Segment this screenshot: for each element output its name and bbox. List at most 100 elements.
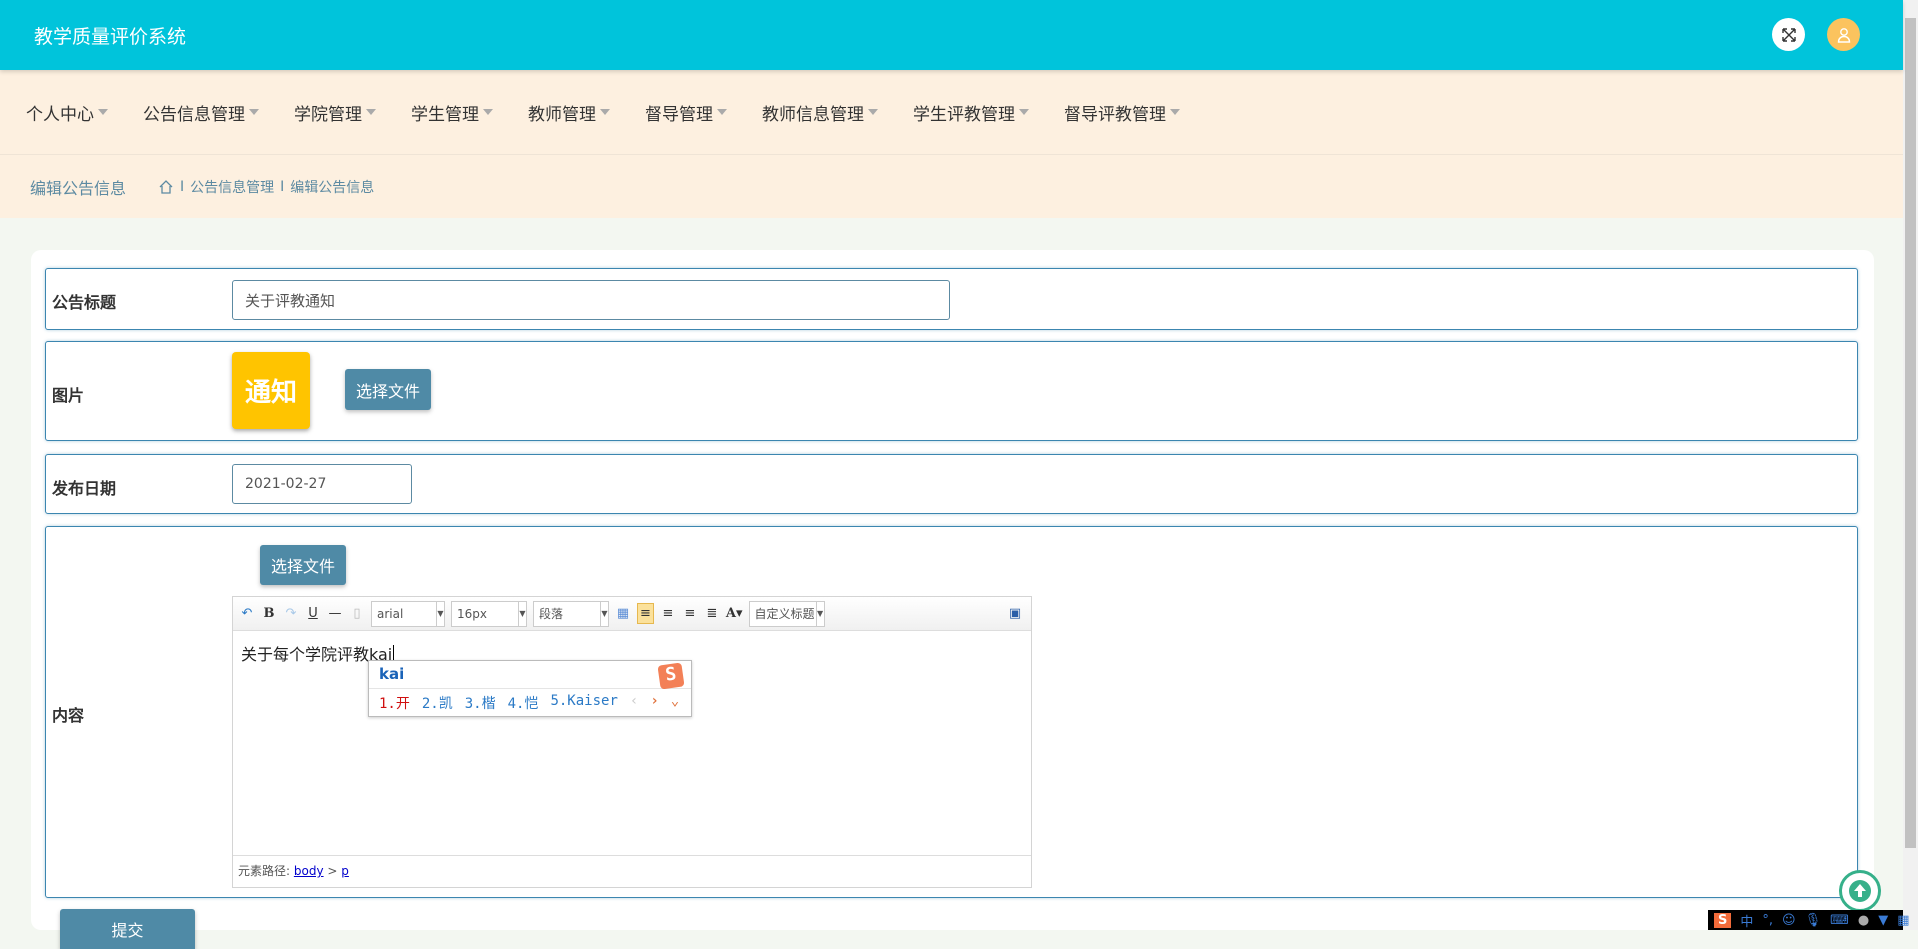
page-title: 编辑公告信息	[30, 178, 127, 198]
ime-candidate[interactable]: 4.恺	[508, 693, 539, 713]
nav-label: 督导评教管理	[1064, 104, 1166, 125]
rich-text-editor: ↶ B ↷ U — ▯ arial ▼ 16px ▼ 段落 ▼ ▦ ≡ ≡ ≡ ≣ A…	[232, 596, 1032, 888]
nav-label: 学生管理	[411, 104, 479, 125]
redo-icon[interactable]: ↷	[283, 606, 299, 621]
main-nav: 个人中心 公告信息管理 学院管理 学生管理 教师管理 督导管理 教师信息管理 学…	[0, 70, 1903, 155]
date-label: 发布日期	[52, 479, 117, 498]
nav-supervisor-evaluation[interactable]: 督导评教管理	[1064, 100, 1180, 125]
nav-label: 教师管理	[528, 104, 596, 125]
paragraph-select[interactable]: 段落 ▼	[533, 600, 609, 627]
element-path-body[interactable]: body	[294, 864, 324, 878]
submit-button[interactable]: 提交	[60, 909, 195, 949]
caret-down-icon	[366, 109, 376, 115]
ime-lang-toggle[interactable]: 中	[1740, 911, 1753, 930]
ime-candidate-popup: kai S 1.开 2.凯 3.楷 4.恺 5.Kaiser ‹ › ⌄	[368, 660, 692, 717]
notice-image: 通知	[232, 352, 310, 429]
nav-label: 学院管理	[294, 104, 362, 125]
next-page-icon[interactable]: ›	[650, 693, 658, 713]
content-choose-file-button[interactable]: 选择文件	[260, 545, 346, 585]
dropdown-icon: ▼	[815, 601, 824, 626]
image-row: 图片 通知 选择文件	[45, 341, 1858, 441]
nav-label: 个人中心	[26, 104, 94, 125]
custom-heading-select[interactable]: 自定义标题 ▼	[748, 600, 825, 627]
paste-icon[interactable]: ▯	[349, 606, 365, 621]
nav-label: 教师信息管理	[762, 104, 864, 125]
editor-toolbar: ↶ B ↷ U — ▯ arial ▼ 16px ▼ 段落 ▼ ▦ ≡ ≡ ≡ ≣ A…	[233, 597, 1031, 631]
element-path-p[interactable]: p	[341, 864, 349, 878]
nav-college-management[interactable]: 学院管理	[294, 100, 376, 125]
image-label: 图片	[52, 386, 85, 405]
ime-candidate[interactable]: 5.Kaiser	[550, 693, 617, 713]
ime-candidates: 1.开 2.凯 3.楷 4.恺 5.Kaiser ‹ › ⌄	[369, 689, 691, 717]
nav-label: 督导管理	[645, 104, 713, 125]
bold-icon[interactable]: B	[261, 606, 277, 621]
title-input[interactable]: 关于评教通知	[232, 280, 950, 320]
prev-page-icon[interactable]: ‹	[630, 693, 638, 713]
element-path-bar: 元素路径: body > p	[233, 855, 1031, 881]
skin-icon[interactable]: ▼	[1878, 913, 1888, 928]
title-row: 公告标题 关于评教通知	[45, 268, 1858, 330]
nav-label: 公告信息管理	[143, 104, 245, 125]
underline-icon[interactable]: U	[305, 606, 321, 621]
top-header: 教学质量评价系统	[0, 0, 1903, 70]
caret-down-icon	[483, 109, 493, 115]
caret-down-icon	[1019, 109, 1029, 115]
size-value: 16px	[457, 606, 487, 621]
breadcrumb-sep: I	[180, 178, 185, 195]
ime-candidate[interactable]: 3.楷	[465, 693, 496, 713]
toolbox-icon[interactable]: ▦	[1897, 913, 1909, 928]
date-input[interactable]: 2021-02-27	[232, 464, 412, 504]
sogou-logo-icon: S	[657, 662, 685, 690]
ime-input: kai	[369, 661, 691, 689]
nav-notice-management[interactable]: 公告信息管理	[143, 100, 259, 125]
back-to-top-button[interactable]	[1839, 870, 1881, 912]
app-title: 教学质量评价系统	[34, 26, 187, 48]
font-family-select[interactable]: arial ▼	[371, 600, 445, 627]
ime-emoji-button[interactable]: ☺	[1782, 913, 1796, 928]
choose-image-button[interactable]: 选择文件	[345, 369, 431, 410]
align-left-icon[interactable]: ≡	[637, 603, 654, 624]
caret-down-icon	[868, 109, 878, 115]
element-path-label: 元素路径:	[238, 864, 291, 878]
title-label: 公告标题	[52, 293, 117, 312]
content-label: 内容	[52, 706, 85, 725]
font-color-icon[interactable]: A▾	[726, 606, 743, 621]
horizontal-rule-icon[interactable]: —	[327, 606, 343, 621]
dropdown-icon: ▼	[518, 601, 526, 626]
expand-candidates-icon[interactable]: ⌄	[671, 693, 679, 713]
ime-candidate[interactable]: 1.开	[379, 693, 410, 713]
table-icon[interactable]: ▦	[615, 606, 631, 621]
user-avatar-button[interactable]	[1827, 18, 1860, 51]
breadcrumb-item: 编辑公告信息	[290, 179, 375, 196]
ime-candidate[interactable]: 2.凯	[422, 693, 453, 713]
microphone-icon[interactable]: 🎙	[1805, 913, 1822, 928]
breadcrumb-item[interactable]: 公告信息管理	[190, 177, 274, 197]
preview-icon[interactable]: ▣	[1007, 606, 1023, 621]
font-value: arial	[377, 606, 404, 621]
ime-toolbar: S 中 °, ☺ 🎙 ⌨ ● ▼ ▦	[1708, 910, 1910, 930]
caret-down-icon	[249, 109, 259, 115]
scrollbar-thumb[interactable]	[1905, 18, 1916, 848]
nav-student-management[interactable]: 学生管理	[411, 100, 493, 125]
undo-icon[interactable]: ↶	[239, 606, 255, 621]
nav-personal-center[interactable]: 个人中心	[26, 100, 108, 125]
paragraph-value: 段落	[539, 607, 564, 621]
keyboard-icon[interactable]: ⌨	[1830, 913, 1849, 928]
account-icon[interactable]: ●	[1858, 913, 1869, 928]
sogou-icon[interactable]: S	[1714, 912, 1732, 928]
nav-supervisor-management[interactable]: 督导管理	[645, 100, 727, 125]
font-size-select[interactable]: 16px ▼	[451, 600, 527, 627]
align-center-icon[interactable]: ≡	[682, 606, 698, 621]
dropdown-icon: ▼	[600, 601, 608, 626]
nav-teacher-management[interactable]: 教师管理	[528, 100, 610, 125]
caret-down-icon	[600, 109, 610, 115]
align-right-icon[interactable]: ≡	[660, 606, 676, 621]
ime-punct-toggle[interactable]: °,	[1762, 913, 1773, 928]
nav-student-evaluation[interactable]: 学生评教管理	[913, 100, 1029, 125]
align-justify-icon[interactable]: ≣	[704, 606, 720, 621]
home-icon[interactable]	[158, 179, 174, 195]
dropdown-icon: ▼	[436, 601, 444, 626]
caret-down-icon	[1170, 109, 1180, 115]
nav-teacher-info-management[interactable]: 教师信息管理	[762, 100, 878, 125]
fullscreen-button[interactable]	[1772, 18, 1805, 51]
